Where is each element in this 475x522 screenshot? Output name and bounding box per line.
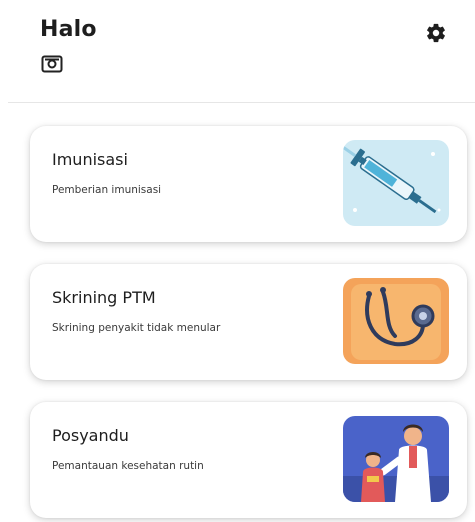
doctor-child-illustration xyxy=(343,416,449,502)
card-title: Imunisasi xyxy=(52,150,128,169)
card-posyandu[interactable]: Posyandu Pemantauan kesehatan rutin xyxy=(30,402,467,518)
card-title: Skrining PTM xyxy=(52,288,156,307)
header: Halo xyxy=(0,0,475,104)
greeting-title: Halo xyxy=(40,17,97,42)
stethoscope-illustration xyxy=(343,278,449,364)
gear-icon[interactable] xyxy=(425,22,447,44)
card-imunisasi[interactable]: Imunisasi Pemberian imunisasi xyxy=(30,126,467,242)
card-subtitle: Skrining penyakit tidak menular xyxy=(52,322,221,334)
card-subtitle: Pemantauan kesehatan rutin xyxy=(52,460,204,472)
id-card-icon[interactable] xyxy=(41,55,63,73)
syringe-illustration xyxy=(343,140,449,226)
card-subtitle: Pemberian imunisasi xyxy=(52,184,162,196)
card-title: Posyandu xyxy=(52,426,129,445)
header-divider xyxy=(8,102,475,103)
card-skrining-ptm[interactable]: Skrining PTM Skrining penyakit tidak men… xyxy=(30,264,467,380)
